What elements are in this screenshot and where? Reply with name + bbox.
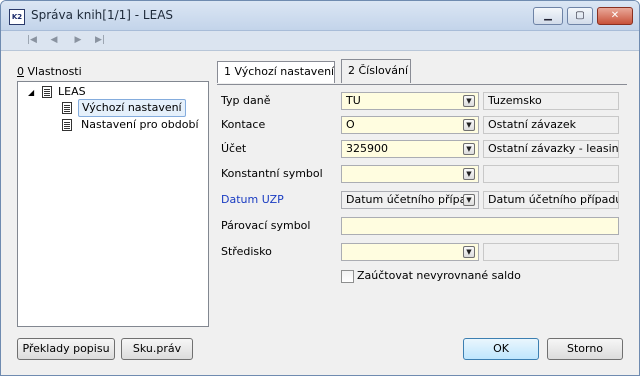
datum-uzp-label[interactable]: Datum UZP bbox=[221, 191, 284, 209]
properties-tree[interactable]: ◢ LEAS Výchozí nastavení Nastavení pro o… bbox=[17, 81, 209, 327]
next-record-icon[interactable]: ▶ bbox=[71, 34, 85, 47]
dropdown-icon[interactable]: ▼ bbox=[463, 119, 475, 131]
tree-item-label: Nastavení pro období bbox=[81, 118, 199, 131]
kontace-label: Kontace bbox=[221, 118, 266, 131]
sku-prav-button[interactable]: Sku.práv bbox=[121, 338, 193, 360]
konstantni-symbol-desc bbox=[483, 165, 619, 183]
ucet-desc: Ostatní závazky - leasing bbox=[483, 140, 619, 158]
parovaci-symbol-label: Párovací symbol bbox=[221, 219, 311, 232]
datum-uzp-desc: Datum účetního případu bbox=[483, 191, 619, 209]
kontace-value: O bbox=[346, 118, 355, 131]
typ-dane-label: Typ daně bbox=[221, 94, 271, 107]
tree-item-label: Výchozí nastavení bbox=[78, 99, 186, 117]
zauctovat-checkbox-label[interactable]: Zaúčtovat nevyrovnané saldo bbox=[357, 268, 521, 284]
storno-button[interactable]: Storno bbox=[547, 338, 623, 360]
ucet-label: Účet bbox=[221, 142, 247, 155]
dropdown-icon[interactable]: ▼ bbox=[463, 246, 475, 258]
typ-dane-value: TU bbox=[346, 94, 361, 107]
record-navigation-bar: |◀ ◀ ▶ ▶| bbox=[1, 31, 639, 51]
first-record-icon[interactable]: |◀ bbox=[25, 34, 39, 47]
tree-root-label: LEAS bbox=[58, 85, 86, 98]
konstantni-symbol-field[interactable]: ▼ bbox=[341, 165, 479, 183]
typ-dane-desc: Tuzemsko bbox=[483, 92, 619, 110]
typ-dane-field[interactable]: TU ▼ bbox=[341, 92, 479, 110]
dropdown-icon[interactable]: ▼ bbox=[463, 194, 475, 206]
close-icon[interactable]: ✕ bbox=[597, 7, 633, 25]
last-record-icon[interactable]: ▶| bbox=[93, 34, 107, 47]
document-icon bbox=[42, 86, 52, 98]
preklady-popisu-button[interactable]: Překlady popisu bbox=[17, 338, 115, 360]
datum-uzp-field[interactable]: Datum účetního přípa ▼ bbox=[341, 191, 479, 209]
dropdown-icon[interactable]: ▼ bbox=[463, 168, 475, 180]
document-icon bbox=[62, 119, 72, 131]
properties-label-text: Vlastnosti bbox=[24, 65, 82, 78]
parovaci-symbol-field[interactable] bbox=[341, 217, 619, 235]
tab-divider bbox=[217, 84, 627, 85]
window-title: Správa knih[1/1] - LEAS bbox=[31, 8, 174, 22]
stredisko-label: Středisko bbox=[221, 245, 272, 258]
kontace-desc: Ostatní závazek bbox=[483, 116, 619, 134]
tree-root[interactable]: ◢ LEAS bbox=[28, 84, 86, 100]
title-bar: K2 Správa knih[1/1] - LEAS ▁ ▢ ✕ bbox=[1, 1, 639, 31]
previous-record-icon[interactable]: ◀ bbox=[47, 34, 61, 47]
ucet-value: 325900 bbox=[346, 142, 388, 155]
properties-label: 0 Vlastnosti bbox=[17, 65, 82, 78]
kontace-field[interactable]: O ▼ bbox=[341, 116, 479, 134]
ok-button[interactable]: OK bbox=[463, 338, 539, 360]
zauctovat-checkbox[interactable] bbox=[341, 270, 354, 283]
app-icon: K2 bbox=[9, 9, 25, 25]
dropdown-icon[interactable]: ▼ bbox=[463, 95, 475, 107]
minimize-icon[interactable]: ▁ bbox=[533, 7, 563, 25]
tab-vychozi-nastaveni[interactable]: 1 Výchozí nastavení bbox=[217, 61, 335, 83]
stredisko-desc bbox=[483, 243, 619, 261]
document-icon bbox=[62, 102, 72, 114]
maximize-icon[interactable]: ▢ bbox=[567, 7, 593, 25]
dropdown-icon[interactable]: ▼ bbox=[463, 143, 475, 155]
konstantni-symbol-label: Konstantní symbol bbox=[221, 167, 323, 180]
window: K2 Správa knih[1/1] - LEAS ▁ ▢ ✕ |◀ ◀ ▶ … bbox=[0, 0, 640, 376]
stredisko-field[interactable]: ▼ bbox=[341, 243, 479, 261]
tab-cislovani[interactable]: 2 Číslování bbox=[341, 59, 411, 83]
collapse-icon[interactable]: ◢ bbox=[28, 88, 34, 97]
ucet-field[interactable]: 325900 ▼ bbox=[341, 140, 479, 158]
datum-uzp-value: Datum účetního přípa bbox=[346, 193, 467, 206]
properties-hotkey: 0 bbox=[17, 65, 24, 78]
